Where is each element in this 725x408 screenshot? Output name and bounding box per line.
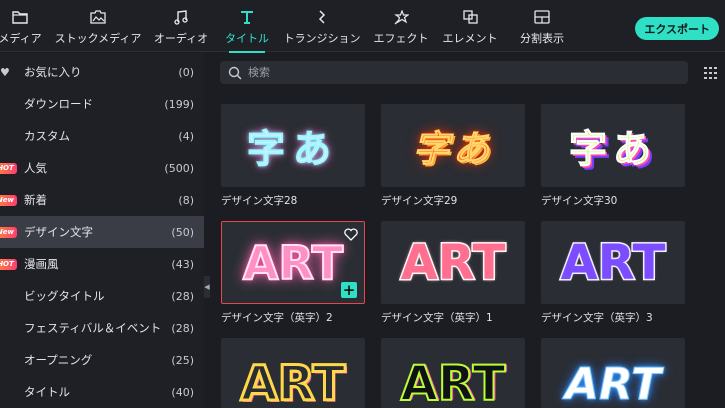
collapse-arrow-icon: ◀ bbox=[204, 283, 210, 291]
title-thumbnail: ART bbox=[541, 338, 685, 408]
title-thumbnail: ART bbox=[541, 221, 685, 304]
title-browser: 字あ デザイン文字28 字あ デザイン文字29 字あ デザイン文字30 ART … bbox=[210, 53, 725, 408]
thumbnail-text: 字あ bbox=[412, 128, 493, 170]
category-sidebar: ♥ お気に入り (0) ダウンロード (199) カスタム (4) HOT 人気… bbox=[0, 53, 204, 408]
sidebar-item-popular[interactable]: HOT 人気 (500) bbox=[0, 152, 204, 184]
effect-star-icon bbox=[392, 9, 410, 25]
sidebar-item-favorites[interactable]: ♥ お気に入り (0) bbox=[0, 56, 204, 88]
sidebar-item-title[interactable]: タイトル (40) bbox=[0, 376, 204, 408]
title-thumbnail: ART bbox=[381, 221, 525, 304]
title-thumbnail: 字あ bbox=[381, 104, 525, 187]
title-thumbnail: ART + bbox=[221, 221, 365, 304]
tab-media[interactable]: メディア bbox=[0, 0, 42, 52]
stock-image-icon bbox=[89, 9, 107, 25]
new-badge: New bbox=[0, 226, 17, 238]
favorite-heart-icon[interactable] bbox=[344, 228, 358, 241]
split-screen-icon bbox=[533, 9, 551, 25]
sidebar-item-manga[interactable]: HOT 漫画風 (43) bbox=[0, 248, 204, 280]
search-bar bbox=[220, 61, 688, 84]
title-card-design30[interactable]: 字あ デザイン文字30 bbox=[541, 104, 685, 208]
grid-view-icon[interactable] bbox=[704, 67, 718, 79]
title-t-icon bbox=[238, 9, 256, 25]
title-card-black-art[interactable]: ART bbox=[381, 338, 525, 408]
thumbnail-text: ART bbox=[565, 358, 662, 408]
sidebar-item-festival-events[interactable]: フェスティバル＆イベント (28) bbox=[0, 312, 204, 344]
sidebar-item-opening[interactable]: オープニング (25) bbox=[0, 344, 204, 376]
new-badge: New bbox=[0, 194, 17, 206]
search-icon bbox=[228, 66, 242, 80]
sidebar-item-custom[interactable]: カスタム (4) bbox=[0, 120, 204, 152]
tab-audio[interactable]: オーディオ bbox=[154, 0, 208, 52]
music-note-icon bbox=[172, 9, 190, 25]
search-input[interactable] bbox=[248, 66, 648, 79]
tab-elements[interactable]: エレメント bbox=[443, 0, 498, 52]
tab-effects[interactable]: エフェクト bbox=[374, 0, 429, 52]
sidebar-item-downloads[interactable]: ダウンロード (199) bbox=[0, 88, 204, 120]
hot-badge: HOT bbox=[0, 258, 17, 270]
thumbnail-text: ART bbox=[239, 355, 347, 408]
transition-icon bbox=[313, 9, 331, 25]
title-card-design29[interactable]: 字あ デザイン文字29 bbox=[381, 104, 525, 208]
title-card-design-english3[interactable]: ART デザイン文字（英字）3 bbox=[541, 221, 685, 325]
title-card-design28[interactable]: 字あ デザイン文字28 bbox=[221, 104, 365, 208]
thumbnail-text: 字あ bbox=[246, 127, 339, 172]
title-thumbnail: ART bbox=[381, 338, 525, 408]
thumbnail-text: ART bbox=[559, 233, 667, 292]
sidebar-item-new[interactable]: New 新着 (8) bbox=[0, 184, 204, 216]
app-window: メディア ストックメディア オーディオ タイトル トランジション エフェクト エ… bbox=[0, 0, 725, 408]
tab-transitions[interactable]: トランジション bbox=[284, 0, 361, 52]
sidebar-item-design-text[interactable]: New デザイン文字 (50) bbox=[0, 216, 204, 248]
hot-badge: HOT bbox=[0, 162, 17, 174]
tab-stock-media[interactable]: ストックメディア bbox=[55, 0, 141, 52]
thumbnail-text: ART bbox=[399, 233, 507, 292]
thumbnail-text: 字あ bbox=[568, 127, 657, 172]
add-to-timeline-icon[interactable]: + bbox=[341, 282, 357, 298]
tab-titles[interactable]: タイトル bbox=[225, 0, 269, 52]
heart-icon: ♥ bbox=[0, 65, 10, 79]
title-card-design-english1[interactable]: ART デザイン文字（英字）1 bbox=[381, 221, 525, 325]
top-toolbar: メディア ストックメディア オーディオ タイトル トランジション エフェクト エ… bbox=[0, 0, 725, 52]
title-card-yellow-art[interactable]: ART bbox=[221, 338, 365, 408]
thumbnail-text: ART bbox=[242, 235, 344, 291]
thumbnail-text: ART bbox=[400, 355, 507, 408]
title-thumbnail: ART bbox=[221, 338, 365, 408]
title-thumbnail: 字あ bbox=[221, 104, 365, 187]
export-button[interactable]: エクスポート bbox=[635, 17, 719, 40]
title-card-blue-art[interactable]: ART bbox=[541, 338, 685, 408]
folder-icon bbox=[11, 9, 29, 25]
element-layers-icon bbox=[461, 9, 479, 25]
title-thumbnail: 字あ bbox=[541, 104, 685, 187]
tab-split-screen[interactable]: 分割表示 bbox=[516, 0, 568, 52]
title-card-design-english2[interactable]: ART + デザイン文字（英字）2 bbox=[221, 221, 365, 325]
sidebar-item-big-title[interactable]: ビッグタイトル (28) bbox=[0, 280, 204, 312]
